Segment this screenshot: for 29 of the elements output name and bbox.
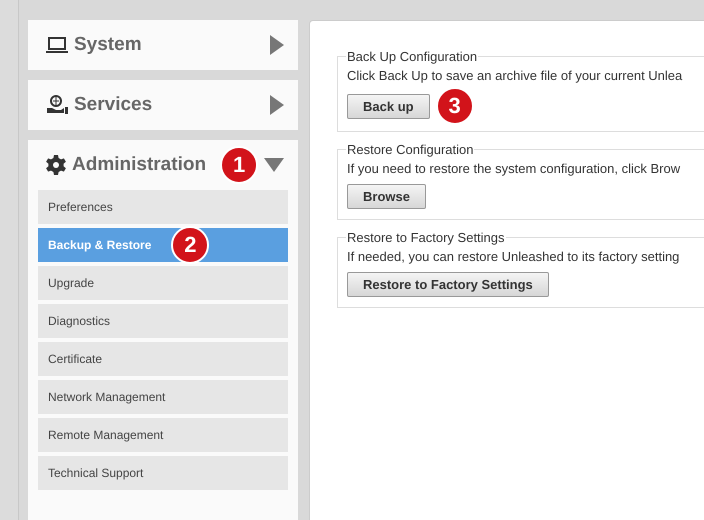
- expand-triangle-icon[interactable]: [270, 35, 284, 55]
- menu-item[interactable]: Technical Support: [38, 456, 288, 490]
- expand-triangle-icon[interactable]: [270, 95, 284, 115]
- section-title[interactable]: Administration: [72, 154, 206, 176]
- group-title: Restore Configuration: [346, 142, 474, 157]
- menu-item[interactable]: Diagnostics: [38, 304, 288, 338]
- menu-item[interactable]: Remote Management: [38, 418, 288, 452]
- menu-item[interactable]: Upgrade: [38, 266, 288, 300]
- action-button[interactable]: Restore to Factory Settings: [347, 272, 549, 297]
- section-title[interactable]: Services: [74, 94, 152, 116]
- description-text: If needed, you can restore Unleashed to its factory setting: [347, 249, 680, 264]
- menu-item[interactable]: Certificate: [38, 342, 288, 376]
- action-button[interactable]: Browse: [347, 184, 426, 209]
- callout-badge: 1: [220, 146, 258, 184]
- laptop-icon: [46, 36, 68, 54]
- menu-item[interactable]: Network Management: [38, 380, 288, 414]
- menu-item[interactable]: Preferences: [38, 190, 288, 224]
- hand-globe-icon: [46, 95, 68, 115]
- gear-icon: [46, 155, 66, 175]
- description-text: If you need to restore the system configuration, click Brow: [347, 161, 682, 176]
- callout-badge: 3: [436, 87, 474, 125]
- group-title: Restore to Factory Settings: [346, 230, 506, 245]
- description-text: Click Back Up to save an archive file of your current Unlea: [347, 68, 684, 83]
- collapse-triangle-icon[interactable]: [264, 158, 284, 172]
- menu-item[interactable]: Backup & Restore 2: [38, 228, 288, 262]
- action-button[interactable]: Back up: [347, 94, 430, 118]
- section-title[interactable]: System: [74, 34, 142, 56]
- group-title: Back Up Configuration: [346, 49, 478, 64]
- callout-badge: 2: [171, 226, 210, 264]
